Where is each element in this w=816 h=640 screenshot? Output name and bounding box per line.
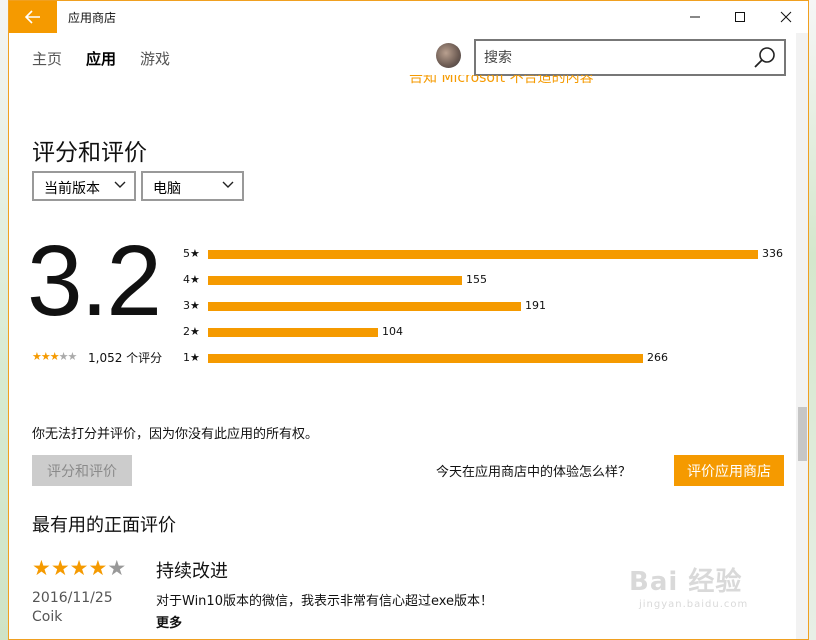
review-body: 对于Win10版本的微信，我表示非常有信心超过exe版本！ (156, 594, 494, 609)
star-icon: ★ (69, 556, 89, 580)
rating-bar (208, 328, 378, 337)
main-content: 评分和评价 当前版本 电脑 3.2 ★★★★★ 1,052 个评分 5★ 336 4… (9, 91, 795, 639)
store-window: 应用商店 主页 应用 游戏 告知 Microsoft 不合适的内容 评分和评价 (8, 0, 809, 640)
star-icon: ★ (49, 350, 60, 363)
rating-bar-count: 191 (525, 299, 546, 312)
nav-home[interactable]: 主页 (32, 48, 62, 69)
minimize-icon (690, 16, 700, 18)
rating-count: 1,052 个评分 (88, 351, 163, 365)
report-content-link-text: 告知 Microsoft 不合适的内容 (409, 75, 594, 86)
nav-apps[interactable]: 应用 (86, 48, 116, 69)
helpful-reviews-title: 最有用的正面评价 (32, 515, 176, 536)
nav-games[interactable]: 游戏 (140, 48, 170, 69)
maximize-icon (735, 12, 745, 22)
rating-bar-label: 5★ (183, 247, 200, 260)
watermark-logo: Bai 经验 jingyan.baidu.com (629, 561, 789, 631)
back-arrow-icon (25, 10, 40, 24)
rating-bar (208, 354, 643, 363)
device-filter-label: 电脑 (153, 181, 181, 197)
search-icon (754, 47, 775, 68)
window-title: 应用商店 (68, 11, 117, 25)
review-stars: ★★★★★ (32, 556, 126, 580)
search-input[interactable] (484, 49, 734, 67)
search-box (474, 39, 786, 76)
watermark-subtext: jingyan.baidu.com (639, 599, 749, 610)
desktop-background-right (808, 0, 816, 640)
rating-bar-label: 4★ (183, 273, 200, 286)
store-feedback-question: 今天在应用商店中的体验怎么样？ (436, 465, 632, 480)
close-icon (780, 11, 792, 23)
review-title: 持续改进 (156, 561, 228, 582)
rating-bar-row: 1★ 266 (181, 351, 791, 365)
rating-bar-row: 2★ 104 (181, 325, 791, 339)
search-button[interactable] (752, 46, 778, 70)
report-content-link[interactable]: 告知 Microsoft 不合适的内容 (409, 75, 594, 89)
star-icon: ★ (67, 350, 78, 363)
review-date: 2016/11/25 (32, 590, 113, 606)
rating-bar (208, 302, 521, 311)
rating-bar-count: 155 (466, 273, 487, 286)
scrollbar-thumb[interactable] (798, 407, 807, 461)
rating-bar-row: 4★ 155 (181, 273, 791, 287)
close-button[interactable] (763, 1, 808, 33)
star-icon: ★ (88, 556, 108, 580)
average-rating: 3.2 (27, 225, 162, 337)
rating-bar-label: 3★ (183, 299, 200, 312)
star-icon: ★ (32, 556, 51, 580)
rate-and-review-button: 评分和评价 (32, 455, 132, 486)
watermark-text: Bai 经验 (629, 567, 743, 597)
rating-bar-count: 104 (382, 325, 403, 338)
rating-bar-count: 266 (647, 351, 668, 364)
device-filter-dropdown[interactable]: 电脑 (141, 171, 244, 201)
rating-bar (208, 276, 462, 285)
review-more-link[interactable]: 更多 (156, 612, 182, 631)
version-filter-dropdown[interactable]: 当前版本 (32, 171, 136, 201)
scrollbar[interactable] (796, 33, 808, 639)
chevron-down-icon (114, 181, 126, 188)
review-author: Coik (32, 609, 63, 625)
back-button[interactable] (9, 1, 57, 33)
avatar[interactable] (436, 43, 461, 68)
title-bar: 应用商店 (9, 1, 808, 33)
star-icon: ★ (107, 556, 127, 580)
chevron-down-icon (222, 181, 234, 188)
rating-bar-count: 336 (762, 247, 783, 260)
star-icon: ★ (58, 350, 69, 363)
rating-bar-label: 2★ (183, 325, 200, 338)
rating-bar-row: 5★ 336 (181, 247, 791, 261)
star-icon: ★ (50, 556, 70, 580)
version-filter-label: 当前版本 (44, 181, 100, 197)
minimize-button[interactable] (672, 1, 718, 33)
rating-bar (208, 250, 758, 259)
rating-bar-label: 1★ (183, 351, 200, 364)
average-stars: ★★★★★ (32, 350, 78, 363)
rating-bar-row: 3★ 191 (181, 299, 791, 313)
maximize-button[interactable] (717, 1, 763, 33)
star-icon: ★ (40, 350, 51, 363)
desktop-background-left (0, 0, 8, 640)
star-icon: ★ (32, 350, 42, 363)
ratings-section-title: 评分和评价 (32, 140, 147, 166)
ownership-note: 你无法打分并评价，因为你没有此应用的所有权。 (32, 427, 319, 442)
rate-store-button[interactable]: 评价应用商店 (674, 455, 784, 486)
